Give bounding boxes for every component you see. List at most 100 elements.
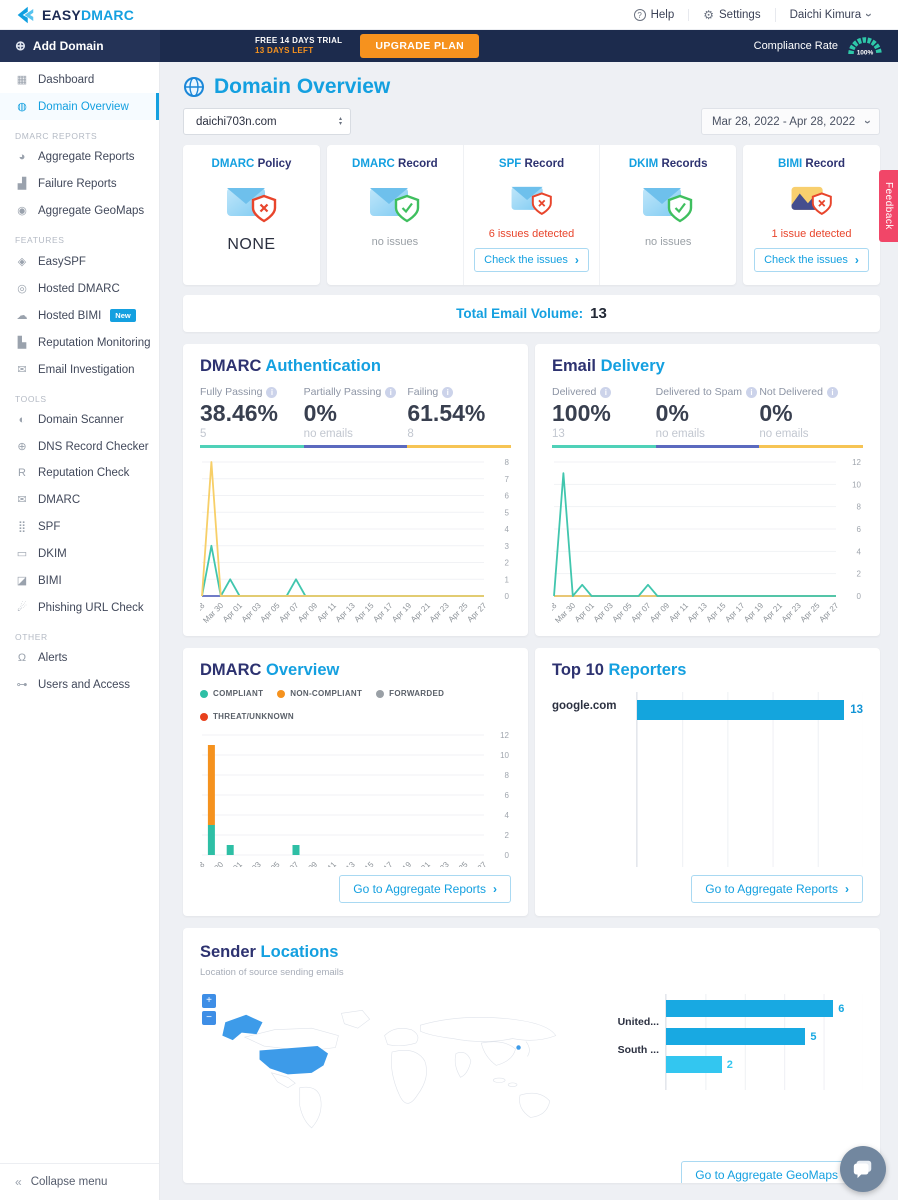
go-to-aggregate-reports-button[interactable]: Go to Aggregate Reports › xyxy=(339,875,511,903)
sidebar-item-phishing-url-check[interactable]: ☄ Phishing URL Check xyxy=(0,594,159,621)
svg-text:8: 8 xyxy=(505,771,510,780)
sidebar-item-aggregate-reports[interactable]: ◕ Aggregate Reports xyxy=(0,144,159,170)
logo-chevron-icon xyxy=(17,6,34,23)
legend-item-compliant[interactable]: COMPLIANT xyxy=(200,689,263,698)
sidebar-item-dns-record-checker[interactable]: ⊕ DNS Record Checker xyxy=(0,433,159,460)
dmarc-policy-value: NONE xyxy=(227,236,276,253)
info-icon[interactable]: i xyxy=(266,387,278,398)
reporter-value: 13 xyxy=(850,704,863,716)
check-issues-button[interactable]: Check the issues › xyxy=(474,248,589,272)
sidebar-item-label: DMARC xyxy=(38,493,81,506)
hosted-dmarc-icon: ◎ xyxy=(17,283,27,295)
reputation-monitoring-icon: ▙ xyxy=(17,337,27,349)
sidebar-item-email-investigation[interactable]: ✉ Email Investigation xyxy=(0,356,159,383)
sidebar-item-reputation-monitoring[interactable]: ▙ Reputation Monitoring xyxy=(0,329,159,356)
sender-bar[interactable] xyxy=(666,1000,834,1017)
sidebar-item-label: BIMI xyxy=(38,574,62,587)
upgrade-plan-button[interactable]: UPGRADE PLAN xyxy=(360,34,480,58)
dkim-records-value: no issues xyxy=(644,236,692,248)
delivery-trend-chart[interactable]: 024681012Mar 28Mar 30Apr 01Apr 03Apr 05A… xyxy=(552,456,862,623)
svg-text:Apr 09: Apr 09 xyxy=(648,601,671,623)
domain-select[interactable]: daichi703n.com ▴ ▾ xyxy=(183,108,351,135)
overview-bar-chart[interactable]: 024681012Mar 28Mar 30Apr 01Apr 03Apr 05A… xyxy=(200,729,510,867)
stat-fully-passing: Fully Passing i 38.46% 5 xyxy=(200,386,304,448)
sidebar-item-users-and-access[interactable]: ⊶ Users and Access xyxy=(0,671,159,698)
page-title: Domain Overview xyxy=(183,75,880,99)
sidebar-item-label: Users and Access xyxy=(38,678,131,691)
world-map[interactable]: + − xyxy=(200,988,587,1153)
help-button[interactable]: ? Help xyxy=(620,8,690,21)
sidebar-item-label: Reputation Monitoring xyxy=(38,336,151,349)
svg-text:1: 1 xyxy=(505,575,510,584)
sidebar-item-domain-overview[interactable]: ◍ Domain Overview xyxy=(0,93,159,120)
logo-text-dmarc: DMARC xyxy=(80,6,135,23)
stat-not-delivered: Not Delivered i 0% no emails xyxy=(759,386,864,448)
help-icon: ? xyxy=(633,8,646,21)
legend-item-forwarded[interactable]: FORWARDED xyxy=(376,689,444,698)
svg-text:12: 12 xyxy=(852,458,861,467)
svg-text:6: 6 xyxy=(857,525,862,534)
sender-bar[interactable] xyxy=(666,1056,722,1073)
info-icon[interactable]: i xyxy=(746,387,758,398)
go-to-aggregate-reports-button[interactable]: Go to Aggregate Reports › xyxy=(691,875,863,903)
sidebar-item-hosted-bimi[interactable]: ☁ Hosted BIMI New xyxy=(0,302,159,329)
info-icon[interactable]: i xyxy=(826,387,838,398)
info-icon[interactable]: i xyxy=(385,387,397,398)
sidebar-item-label: Aggregate GeoMaps xyxy=(38,204,145,217)
new-badge: New xyxy=(110,309,136,322)
sidebar-item-alerts[interactable]: Ω Alerts xyxy=(0,645,159,671)
sidebar-item-failure-reports[interactable]: ▟ Failure Reports xyxy=(0,170,159,197)
feedback-tab[interactable]: Feedback xyxy=(879,170,898,242)
svg-text:Mar 28: Mar 28 xyxy=(200,860,207,867)
legend-label: COMPLIANT xyxy=(213,689,264,698)
sender-plot-area: 6 5 2 xyxy=(665,994,863,1090)
compliance-rate: Compliance Rate 100% xyxy=(754,34,898,58)
check-issues-button[interactable]: Check the issues › xyxy=(754,248,869,272)
chevron-down-icon: › xyxy=(862,12,875,17)
pie-chart-icon: ◕ xyxy=(18,151,26,163)
sender-locations-card: Sender Locations Location of source send… xyxy=(183,928,880,1183)
sidebar-item-dmarc[interactable]: ✉ DMARC xyxy=(0,486,159,513)
svg-text:Apr 11: Apr 11 xyxy=(315,860,338,867)
svg-text:4: 4 xyxy=(505,525,510,534)
sidebar-item-domain-scanner[interactable]: ◐ Domain Scanner xyxy=(0,407,159,433)
sidebar-item-reputation-check[interactable]: R Reputation Check xyxy=(0,460,159,486)
sidebar-item-label: EasySPF xyxy=(38,255,86,268)
sidebar-item-hosted-dmarc[interactable]: ◎ Hosted DMARC xyxy=(0,275,159,302)
info-icon[interactable]: i xyxy=(442,387,454,398)
sidebar-item-easyspf[interactable]: ◈ EasySPF xyxy=(0,248,159,275)
add-domain-button[interactable]: ⊕ Add Domain xyxy=(0,30,160,62)
country-label: South ... xyxy=(617,1044,659,1056)
dmarc-authentication-card: DMARC Authentication Fully Passing i 38.4… xyxy=(183,344,528,636)
svg-text:0: 0 xyxy=(857,592,862,601)
stat-partially-passing: Partially Passing i 0% no emails xyxy=(303,386,408,448)
sender-bar[interactable] xyxy=(666,1028,806,1045)
legend-item-non-compliant[interactable]: NON-COMPLIANT xyxy=(277,689,362,698)
sender-bar-value: 2 xyxy=(726,1058,733,1071)
go-to-aggregate-geomaps-button[interactable]: Go to Aggregate GeoMaps› xyxy=(681,1161,863,1183)
sidebar-item-spf[interactable]: ⣿ SPF xyxy=(0,513,159,540)
collapse-menu-button[interactable]: « Collapse menu xyxy=(0,1163,159,1200)
user-menu[interactable]: Daichi Kimura › xyxy=(776,9,884,21)
sidebar-item-bimi[interactable]: ◪ BIMI xyxy=(0,567,159,594)
easydmarc-logo[interactable]: EASYDMARC xyxy=(14,4,134,26)
map-zoom-in-button[interactable]: + xyxy=(202,994,216,1008)
date-range-value: Mar 28, 2022 - Apr 28, 2022 xyxy=(711,115,856,128)
date-range-picker[interactable]: Mar 28, 2022 - Apr 28, 2022 › xyxy=(700,108,880,135)
sidebar-item-dkim[interactable]: ▭ DKIM xyxy=(0,540,159,567)
sender-locations-chart[interactable]: United... South ... 6 5 2 xyxy=(605,994,863,1153)
reporter-bar[interactable] xyxy=(637,700,845,720)
domain-select-value: daichi703n.com xyxy=(196,115,277,128)
info-icon[interactable]: i xyxy=(600,387,612,398)
chat-widget-button[interactable] xyxy=(840,1146,886,1192)
auth-trend-chart[interactable]: 012345678Mar 28Mar 30Apr 01Apr 03Apr 05A… xyxy=(200,456,510,623)
globe-icon xyxy=(184,77,204,97)
legend-item-threat-unknown[interactable]: THREAT/UNKNOWN xyxy=(200,712,294,721)
sidebar-item-aggregate-geomaps[interactable]: ◉ Aggregate GeoMaps xyxy=(0,197,159,224)
settings-button[interactable]: ⚙ Settings xyxy=(689,7,776,22)
legend-dot-icon xyxy=(200,712,208,721)
stat-delivered: Delivered i 100% 13 xyxy=(552,386,656,448)
map-zoom-out-button[interactable]: − xyxy=(202,1011,216,1025)
sidebar-item-dashboard[interactable]: ▦ Dashboard xyxy=(0,66,159,93)
reporters-chart[interactable]: google.com 13 xyxy=(552,692,863,867)
